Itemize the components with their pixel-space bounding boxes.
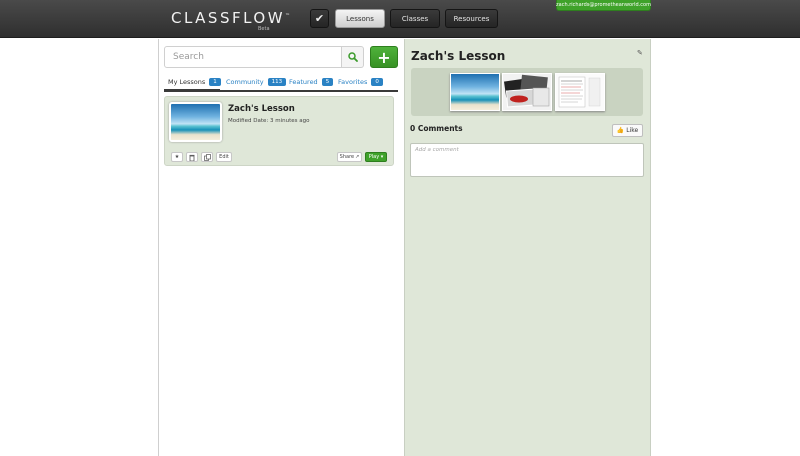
external-link-icon: ↗ (355, 154, 360, 160)
document-page-preview (556, 74, 604, 110)
active-tab-indicator (164, 89, 220, 92)
tab-count-badge: 113 (267, 78, 287, 86)
classflow-logo[interactable]: CLASSFLOW™ (171, 9, 293, 27)
like-button[interactable]: 👍 Like (612, 124, 643, 137)
tab-count-badge: 5 (321, 78, 334, 86)
share-button[interactable]: Share ↗ (337, 152, 362, 162)
nav-tab-classes[interactable]: Classes (390, 9, 440, 28)
home-check-button[interactable]: ✔ (310, 9, 329, 28)
add-lesson-button[interactable]: + (370, 46, 398, 68)
tab-my-lessons[interactable]: My Lessons 1 (168, 78, 221, 86)
slide-thumbnail-2[interactable] (502, 73, 552, 111)
nav-tab-lessons[interactable]: Lessons (335, 9, 385, 28)
tab-count-badge: 1 (209, 78, 221, 86)
favorite-star-button[interactable]: ★ (171, 152, 183, 162)
share-label: Share (339, 154, 355, 160)
trash-icon (189, 154, 195, 161)
top-nav-bar: CLASSFLOW™ Beta ✔ Lessons Classes Resour… (0, 0, 800, 38)
search-field[interactable] (164, 46, 342, 68)
tab-label: Community (226, 78, 264, 86)
logo-text: CLASSFLOW (171, 9, 286, 27)
checkmark-icon: ✔ (314, 12, 325, 25)
slide-thumbnail-1[interactable] (450, 73, 500, 111)
beach-image (451, 74, 499, 110)
tab-community[interactable]: Community 113 (226, 78, 287, 86)
comment-input[interactable] (411, 144, 643, 176)
tab-label: Favorites (338, 78, 368, 86)
search-button[interactable] (342, 46, 364, 68)
tab-label: Featured (289, 78, 318, 86)
edit-lesson-button[interactable]: Edit (216, 152, 232, 162)
lesson-modified-date: Modified Date: 3 minutes ago (228, 118, 310, 124)
play-button[interactable]: Play ▾ (365, 152, 387, 162)
user-account-badge[interactable]: zach.richards@prometheanworld.com (556, 0, 651, 11)
nav-tab-resources[interactable]: Resources (445, 9, 498, 28)
logo-trademark: ™ (285, 13, 293, 19)
beach-image (171, 104, 220, 140)
search-input[interactable] (165, 47, 341, 67)
pencil-edit-icon[interactable]: ✎ (637, 49, 643, 57)
tab-label: My Lessons (168, 78, 206, 86)
duplicate-button[interactable] (201, 152, 213, 162)
copy-icon (203, 153, 211, 161)
tab-featured[interactable]: Featured 5 (289, 78, 334, 86)
car-photo-collage (503, 74, 551, 110)
detail-title: Zach's Lesson (411, 49, 506, 63)
thumbs-up-icon: 👍 (616, 127, 625, 134)
slide-thumbnail-3[interactable] (555, 73, 605, 111)
comments-count: 0 Comments (410, 124, 463, 133)
search-icon (347, 52, 358, 62)
like-label: Like (626, 127, 639, 134)
lesson-title[interactable]: Zach's Lesson (228, 104, 295, 114)
tab-favorites[interactable]: Favorites 0 (338, 78, 383, 86)
star-icon: ★ (174, 154, 180, 160)
beta-label: Beta (258, 26, 270, 32)
comment-field[interactable] (410, 143, 644, 177)
lesson-thumbnail[interactable] (169, 102, 222, 142)
tab-count-badge: 0 (371, 78, 383, 86)
delete-button[interactable] (186, 152, 198, 162)
